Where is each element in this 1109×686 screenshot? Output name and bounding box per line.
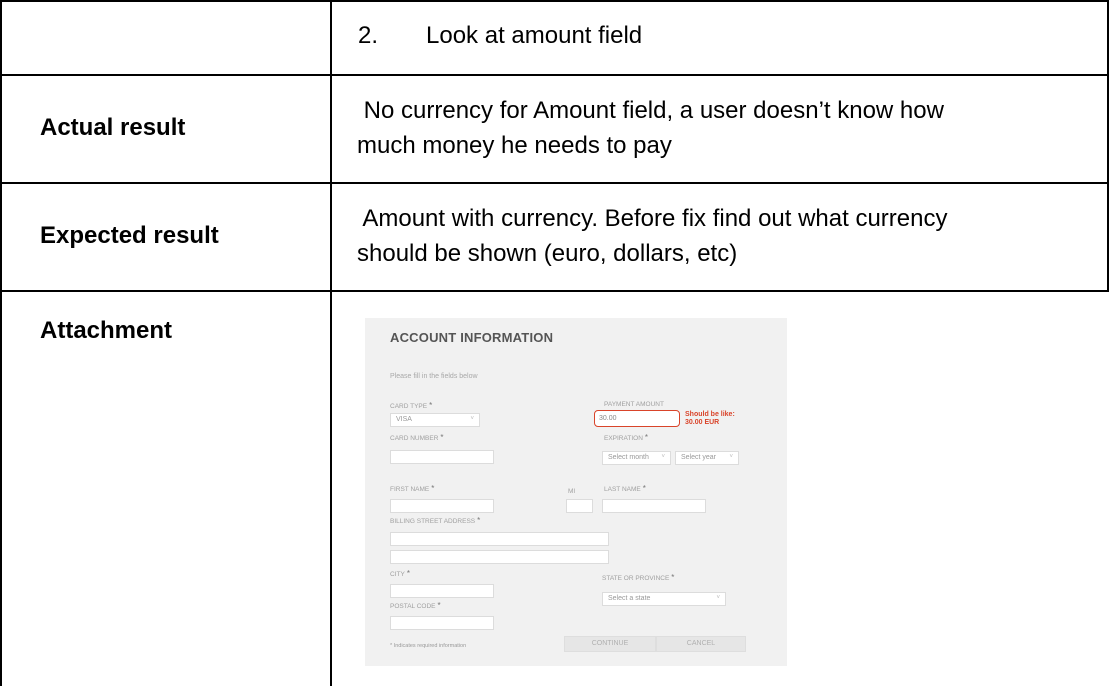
payment-amount-value: 30.00 (599, 415, 617, 422)
last-name-input[interactable] (602, 499, 706, 513)
row-divider (0, 290, 1109, 292)
required-star: * (642, 484, 646, 493)
chevron-down-icon: ˅ (470, 416, 474, 422)
attachment-label: Attachment (40, 317, 173, 344)
postal-code-label: POSTAL CODE * (390, 601, 441, 610)
form-title: ACCOUNT INFORMATION (390, 330, 554, 345)
billing-address-label: BILLING STREET ADDRESS * (390, 516, 480, 525)
expiration-year-select[interactable]: Select year ˅ (675, 451, 739, 465)
card-number-label: CARD NUMBER * (390, 433, 444, 442)
first-name-label-text: FIRST NAME (390, 486, 430, 493)
expiration-year-value: Select year (681, 454, 717, 461)
required-star: * (437, 601, 441, 610)
payment-amount-input[interactable]: 30.00 (594, 410, 680, 427)
billing-address-input-2[interactable] (390, 550, 609, 564)
mi-label: MI (568, 488, 576, 495)
postal-code-label-text: POSTAL CODE (390, 603, 436, 610)
card-type-value: VISA (396, 416, 412, 423)
currency-annotation: Should be like: 30.00 EUR (685, 411, 735, 427)
last-name-label-text: LAST NAME (604, 486, 641, 493)
required-star: * (440, 433, 444, 442)
expiration-month-value: Select month (608, 454, 649, 461)
first-name-input[interactable] (390, 499, 494, 513)
annotation-line-1: Should be like: (685, 411, 735, 418)
expiration-label: EXPIRATION * (604, 433, 648, 442)
city-label: CITY * (390, 569, 410, 578)
billing-address-label-text: BILLING STREET ADDRESS (390, 518, 476, 525)
expected-result-line-2: should be shown (euro, dollars, etc) (357, 240, 738, 267)
expiration-label-text: EXPIRATION (604, 435, 643, 442)
step-text: 2. Look at amount field (358, 22, 643, 49)
first-name-label: FIRST NAME * (390, 484, 434, 493)
required-star: * (671, 573, 675, 582)
postal-code-input[interactable] (390, 616, 494, 630)
payment-amount-label: PAYMENT AMOUNT (604, 401, 664, 408)
card-number-input[interactable] (390, 450, 494, 464)
required-info-note: * Indicates required information (390, 643, 467, 649)
state-label: STATE OR PROVINCE * (602, 573, 674, 582)
state-label-text: STATE OR PROVINCE (602, 575, 670, 582)
column-divider (330, 0, 332, 686)
required-star: * (431, 484, 435, 493)
form-subtitle: Please fill in the fields below (390, 373, 478, 380)
table-border-left (0, 0, 2, 686)
actual-result-line-2: much money he needs to pay (357, 132, 672, 159)
required-star: * (429, 401, 433, 410)
card-type-select[interactable]: VISA ˅ (390, 413, 480, 427)
chevron-down-icon: ˅ (661, 454, 665, 460)
state-select[interactable]: Select a state ˅ (602, 592, 726, 606)
city-label-text: CITY (390, 571, 405, 578)
last-name-label: LAST NAME * (604, 484, 646, 493)
row-divider (0, 182, 1109, 184)
card-number-label-text: CARD NUMBER (390, 435, 439, 442)
annotation-line-2: 30.00 EUR (685, 419, 720, 426)
attachment-screenshot: ACCOUNT INFORMATION Please fill in the f… (365, 318, 787, 666)
actual-result-line-1: No currency for Amount field, a user doe… (357, 97, 944, 124)
test-case-table: 2. Look at amount field Actual result No… (0, 0, 1109, 686)
state-value: Select a state (608, 595, 651, 602)
card-type-label: CARD TYPE * (390, 401, 432, 410)
billing-address-input-1[interactable] (390, 532, 609, 546)
continue-button[interactable]: CONTINUE (564, 636, 656, 652)
expiration-month-select[interactable]: Select month ˅ (602, 451, 671, 465)
expected-result-line-1: Amount with currency. Before fix find ou… (357, 205, 948, 232)
required-star: * (477, 516, 481, 525)
mi-input[interactable] (566, 499, 593, 513)
chevron-down-icon: ˅ (729, 454, 733, 460)
required-star: * (644, 433, 649, 442)
row-divider (0, 74, 1109, 76)
city-input[interactable] (390, 584, 494, 598)
required-star: * (406, 569, 410, 578)
table-border-top (0, 0, 1109, 2)
expected-result-label: Expected result (40, 222, 219, 249)
chevron-down-icon: ˅ (716, 595, 720, 601)
cancel-button[interactable]: CANCEL (656, 636, 746, 652)
card-type-label-text: CARD TYPE (390, 403, 428, 410)
actual-result-label: Actual result (40, 114, 186, 141)
